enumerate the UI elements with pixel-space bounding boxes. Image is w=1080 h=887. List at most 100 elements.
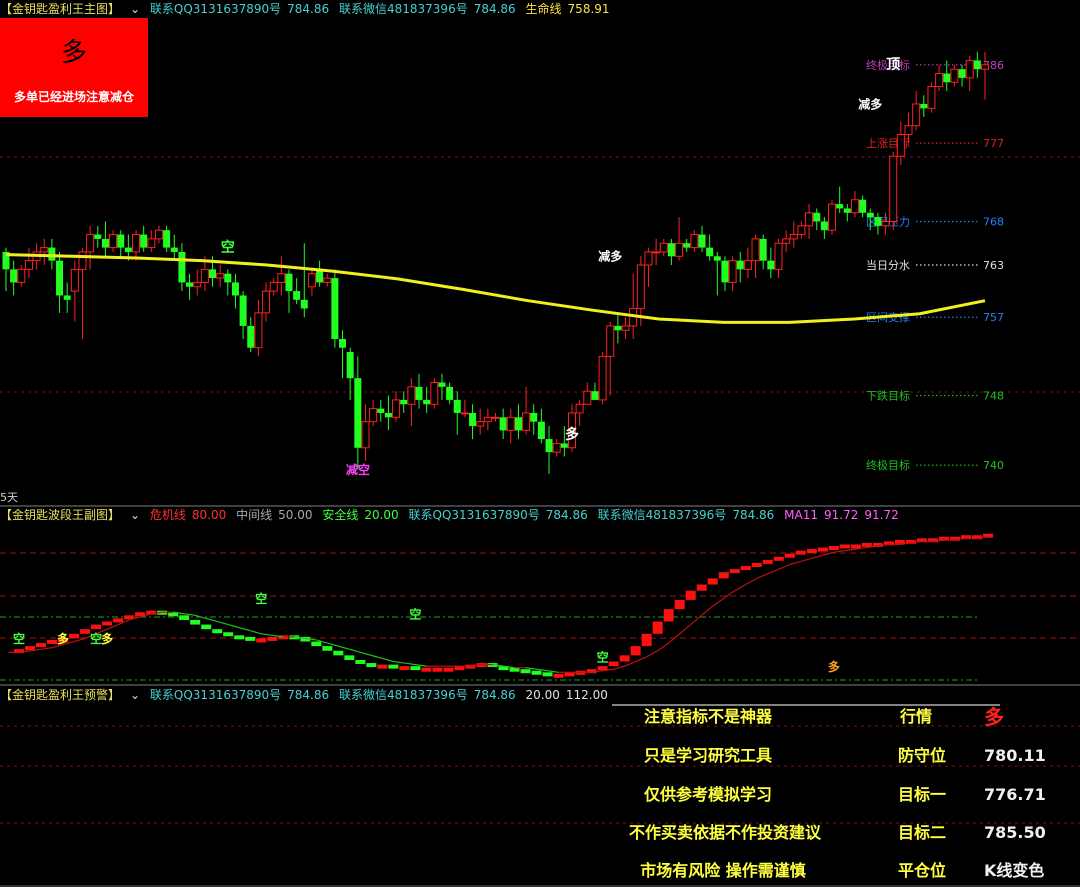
signal-marker: 减多 [858, 96, 882, 111]
oscillator-block [652, 621, 663, 634]
ma-line-segment [844, 548, 856, 552]
main-wx-label: 联系微信481837396号 [338, 2, 468, 16]
level-value: 763 [983, 259, 1004, 272]
candle-body [392, 399, 401, 418]
oscillator-block [619, 655, 630, 662]
oscillator-block [751, 562, 762, 567]
oscillator-block [597, 666, 608, 671]
candle-body [889, 155, 898, 222]
ma-line-segment [723, 590, 736, 599]
signal-message: 多单已经进场注意减仓 [13, 90, 134, 104]
candle-body [866, 212, 874, 218]
oscillator-block [806, 549, 817, 554]
ma-line-segment [525, 667, 537, 670]
ma-line-segment [778, 563, 791, 570]
candle-body [407, 386, 416, 405]
candle-body [728, 260, 737, 283]
candle-body [965, 59, 974, 79]
candle-body [552, 442, 561, 453]
candle-body [920, 103, 928, 109]
ma-line-segment [657, 642, 670, 652]
ma-line-segment [360, 651, 372, 656]
chevron-down-icon[interactable]: ⌄ [130, 508, 140, 522]
candle-body [981, 64, 989, 70]
candle-body [323, 277, 332, 283]
candle-body [652, 251, 661, 254]
candle-body [483, 416, 492, 423]
candle-body [94, 234, 102, 239]
oscillator-marker: 空 [409, 606, 421, 621]
warn-qq-label: 联系QQ3131637890号 [149, 688, 282, 702]
oscillator-block [47, 639, 58, 644]
chevron-down-icon[interactable]: ⌄ [130, 688, 140, 702]
candle-body [935, 73, 944, 88]
ma-line-segment [734, 583, 747, 592]
candle-body [56, 260, 64, 296]
candle-body [896, 133, 905, 157]
main-qq-label: 联系QQ3131637890号 [149, 2, 282, 16]
oscillator-block [795, 550, 806, 555]
info-key: 平仓位 [898, 861, 947, 880]
candle-body [636, 264, 645, 310]
oscillator-block [861, 542, 872, 547]
ma-line-segment [800, 557, 812, 562]
signal-marker: 减多 [598, 249, 622, 264]
info-key: 目标二 [898, 823, 947, 842]
level-value: 768 [983, 215, 1004, 228]
candle-body [124, 247, 132, 252]
mid-line-label: 中间线 [236, 508, 273, 522]
signal-marker: 顶 [886, 57, 900, 73]
candle-body [293, 291, 301, 300]
candle-body [950, 68, 959, 83]
candle-body [247, 325, 255, 348]
oscillator-block [399, 666, 410, 671]
ma-line-segment [349, 648, 361, 653]
oscillator-marker: 多 [101, 631, 113, 646]
oscillator-block [91, 624, 102, 630]
candle-body [499, 417, 507, 431]
oscillator-block [718, 572, 729, 579]
oscillator-block [542, 672, 553, 677]
candle-body [843, 208, 851, 213]
oscillator-block [113, 618, 124, 623]
ma-line-segment [701, 605, 714, 616]
signal-box: 多 多单已经进场注意减仓 [0, 18, 148, 117]
candle-body [575, 403, 584, 414]
oscillator-block [190, 619, 201, 625]
ma-line-segment [338, 645, 350, 650]
ma-line-segment [250, 630, 262, 635]
ma-line-segment [261, 633, 273, 636]
candle-body [644, 251, 653, 266]
life-line-label: 生命线 [525, 2, 562, 16]
oscillator-marker: 多 [57, 631, 69, 646]
oscillator-block [729, 569, 740, 574]
candle-body [614, 325, 622, 331]
sub-qq-value: 784.86 [545, 508, 588, 522]
info-note: 只是学习研究工具 [643, 746, 772, 765]
candle-body [805, 212, 814, 227]
candle-body [254, 312, 263, 349]
candle-body [813, 212, 821, 222]
candle-body [70, 268, 79, 292]
oscillator-block [773, 556, 784, 561]
warn-title[interactable]: 【金钥匙盈利王预警】 [0, 688, 120, 702]
signal-direction: 多 [60, 38, 87, 68]
oscillator-block [344, 655, 355, 660]
main-chart-title[interactable]: 【金钥匙盈利王主图】 [0, 2, 120, 16]
chevron-down-icon[interactable]: ⌄ [130, 2, 140, 16]
candle-body [17, 268, 26, 283]
candle-body [369, 408, 378, 423]
candle-body [285, 273, 293, 292]
ma-value: 91.72 [823, 508, 859, 522]
candle-body [48, 247, 56, 261]
oscillator-block [201, 624, 212, 630]
candle-body [216, 273, 225, 279]
oscillator-block [784, 553, 795, 558]
candle-body [140, 234, 148, 248]
candle-body [186, 282, 194, 287]
candle-body [78, 251, 87, 270]
sub-chart-title[interactable]: 【金钥匙波段王副图】 [0, 508, 120, 522]
candle-body [850, 199, 859, 214]
life-line [5, 253, 986, 324]
ma-line-segment [73, 637, 86, 643]
